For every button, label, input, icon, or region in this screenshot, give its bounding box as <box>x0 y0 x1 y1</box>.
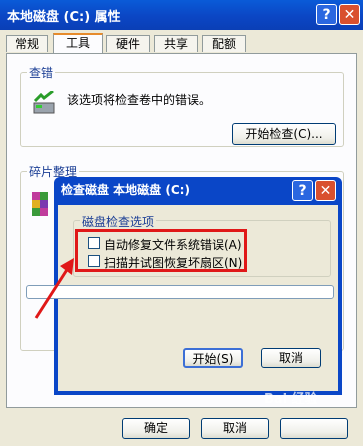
properties-window: 本地磁盘 (C:) 属性 ? ✕ 常规 工具 硬件 共享 配额 查错 该选项将检… <box>0 0 363 446</box>
tab-tools[interactable]: 工具 <box>53 33 103 53</box>
watermark: Bai 经验 <box>264 392 318 407</box>
pointer-arrow-icon <box>34 258 74 319</box>
